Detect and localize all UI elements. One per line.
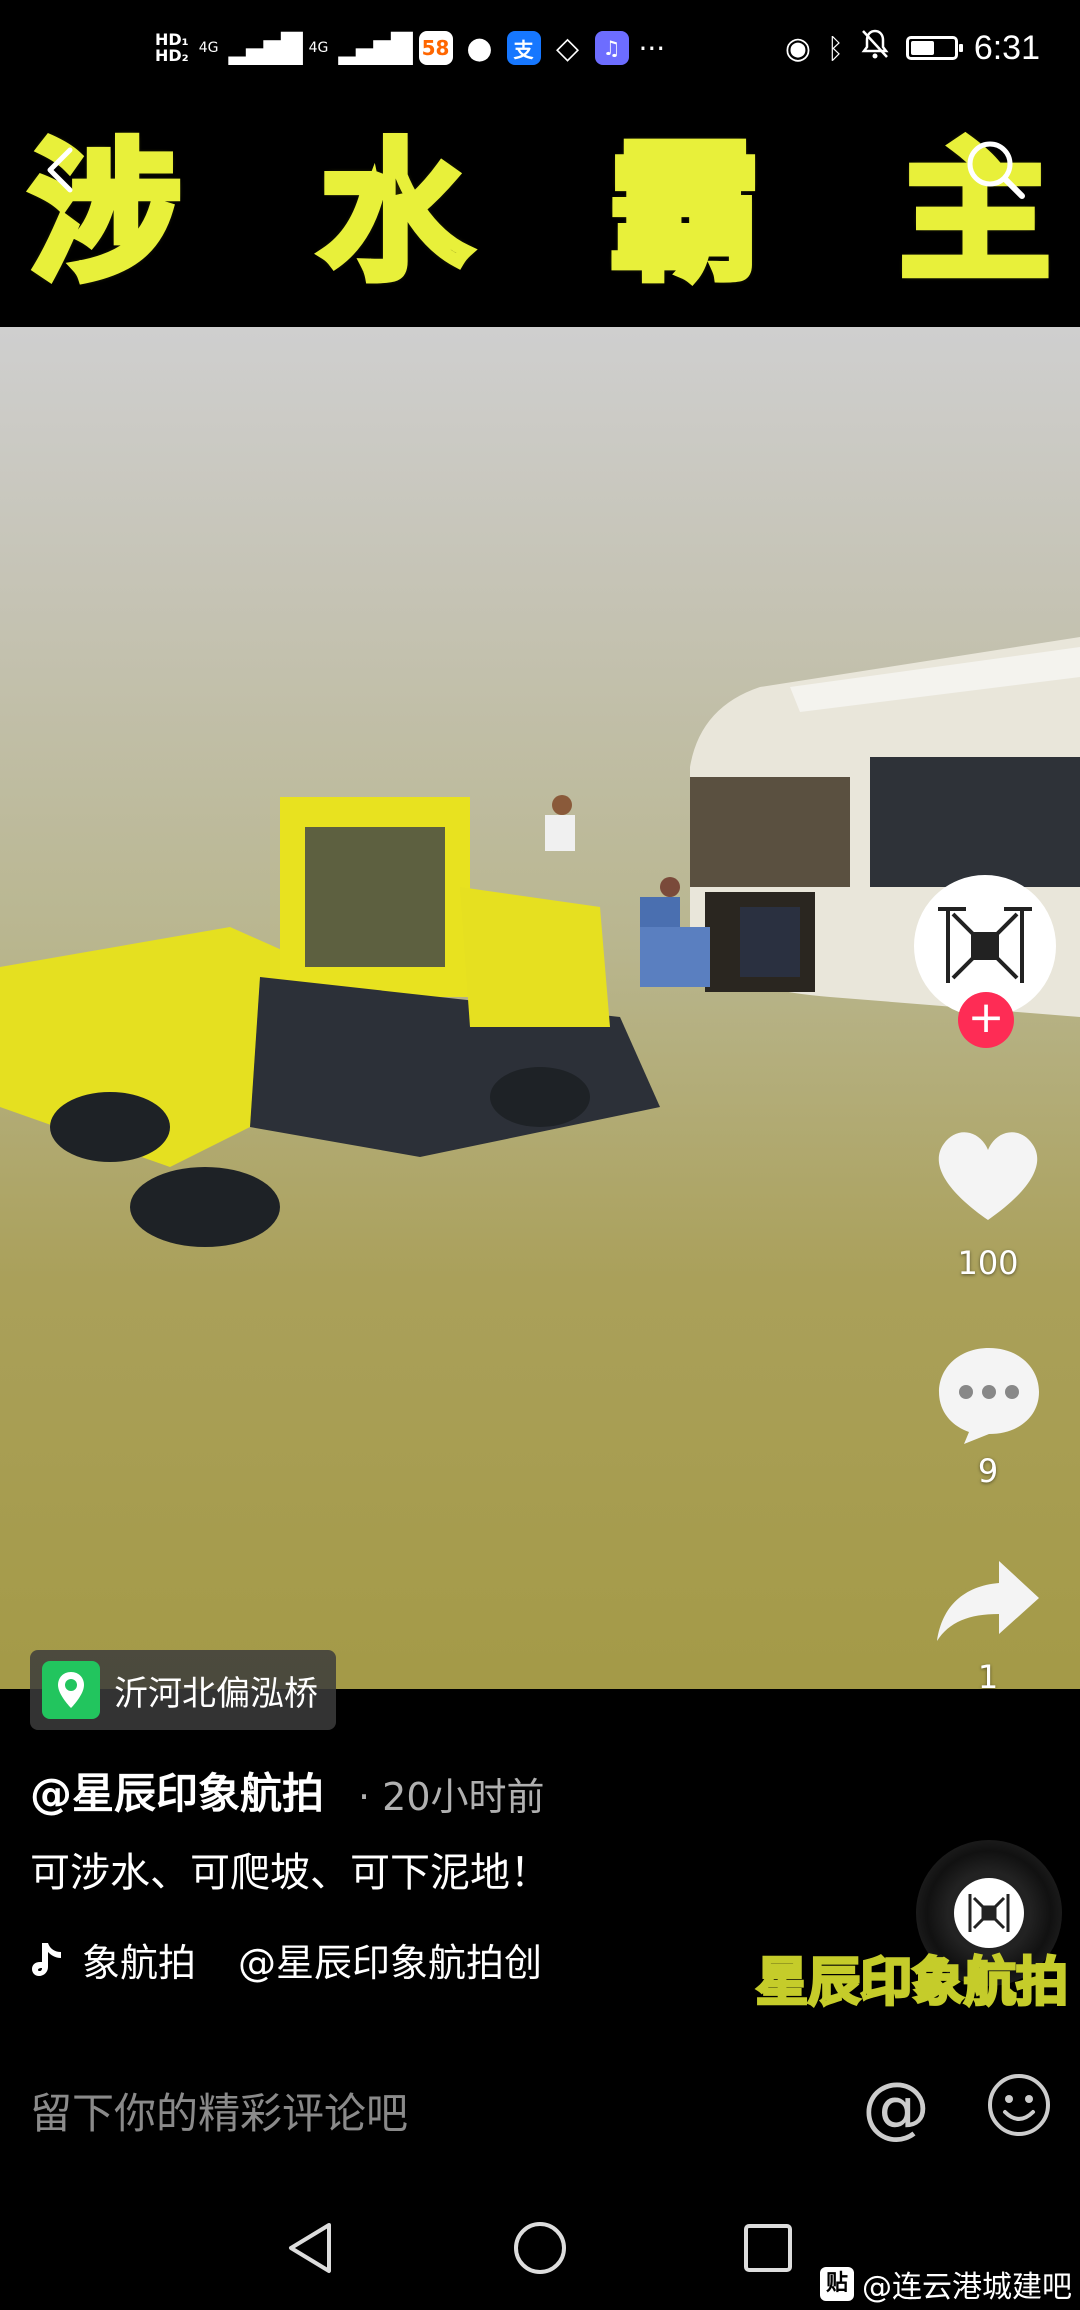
music-app-icon: ♫	[594, 31, 629, 65]
wechat-icon: ●	[466, 30, 493, 66]
post-description: 可涉水、可爬坡、可下泥地！	[30, 1850, 550, 1896]
back-arrow-icon	[47, 147, 73, 193]
tieba-credit: 贴 @连云港城建吧	[820, 2262, 1072, 2306]
search-button[interactable]	[956, 130, 1036, 210]
signal-icon-2: ▂▄▆█	[338, 31, 412, 65]
clock: 6:31	[973, 28, 1040, 67]
music-disc-avatar	[954, 1878, 1024, 1948]
nav-recents-button[interactable]	[742, 2222, 794, 2278]
square-recents-icon	[744, 2224, 792, 2272]
banner-char-1: 涉	[26, 123, 184, 305]
banner-char-3: 霸	[606, 123, 764, 305]
sim-indicators: HD₁ HD₂	[155, 32, 189, 64]
signal-icon-1: ▂▄▆█	[228, 31, 302, 65]
search-icon	[967, 141, 1025, 199]
mention-button[interactable]: @	[862, 2068, 930, 2147]
network-type-1: 4G	[198, 40, 219, 56]
diamond-icon: ◇	[555, 30, 580, 66]
comment-input[interactable]: 留下你的精彩评论吧	[30, 2080, 408, 2141]
status-bar: HD₁ HD₂ 4G ▂▄▆█ 4G ▂▄▆█ 58 ● 支 ◇ ♫ ··· ◉…	[0, 0, 1080, 92]
comment-button[interactable]	[934, 1340, 1044, 1450]
location-name: 沂河北偏泓桥	[114, 1673, 318, 1714]
location-pin-icon	[42, 1661, 100, 1719]
share-button[interactable]	[934, 1556, 1044, 1646]
post-time: · 20小时前	[358, 1775, 545, 1819]
video-watermark: 星辰印象航拍	[754, 1952, 1069, 2015]
app58-icon: 58	[418, 31, 453, 65]
battery-icon	[905, 36, 963, 60]
more-notifications-icon: ···	[638, 31, 666, 65]
eye-icon: ◉	[784, 30, 811, 66]
nav-home-button[interactable]	[512, 2220, 568, 2280]
smiley-icon	[988, 2074, 1050, 2136]
nav-back-button[interactable]	[285, 2220, 335, 2280]
like-count: 100	[957, 1244, 1019, 1282]
bluetooth-icon: ᛒ	[827, 31, 844, 65]
triangle-back-icon	[289, 2223, 331, 2273]
status-right-group: ◉ ᛒ 6:31	[785, 28, 1040, 68]
tieba-badge-icon: 贴	[820, 2267, 854, 2301]
author-name[interactable]: @星辰印象航拍	[30, 1760, 324, 1821]
banner-char-2: 水	[316, 123, 474, 305]
battery-level	[910, 41, 934, 55]
circle-home-icon	[514, 2222, 566, 2274]
status-left-group: HD₁ HD₂ 4G ▂▄▆█ 4G ▂▄▆█ 58 ● 支 ◇ ♫ ···	[155, 28, 665, 68]
music-info[interactable]: 象航拍 @星辰印象航拍创	[30, 1932, 542, 1987]
sim2-indicator: HD₂	[155, 46, 189, 65]
follow-button[interactable]: +	[958, 992, 1014, 1048]
loader-vehicle-image	[0, 797, 660, 1247]
music-title: 象航拍	[82, 1941, 197, 1985]
network-type-2: 4G	[308, 40, 329, 56]
share-arrow-icon	[937, 1561, 1039, 1641]
like-button[interactable]	[928, 1120, 1048, 1230]
comment-bubble-icon	[939, 1348, 1039, 1444]
emoji-button[interactable]	[986, 2072, 1052, 2138]
comment-count: 9	[977, 1452, 999, 1490]
tieba-credit-text: @连云港城建吧	[862, 2270, 1072, 2305]
location-tag[interactable]: 沂河北偏泓桥	[30, 1650, 336, 1730]
heart-icon	[938, 1132, 1038, 1220]
mute-bell-icon	[860, 28, 890, 68]
back-button[interactable]	[40, 140, 100, 200]
title-banner: 涉 水 霸 主	[0, 92, 1080, 327]
drone-logo-icon	[968, 1894, 1010, 1932]
share-count: 1	[977, 1658, 999, 1696]
music-author: @星辰印象航拍创	[238, 1941, 543, 1985]
tiktok-note-icon	[32, 1942, 61, 1976]
alipay-icon: 支	[506, 31, 541, 65]
